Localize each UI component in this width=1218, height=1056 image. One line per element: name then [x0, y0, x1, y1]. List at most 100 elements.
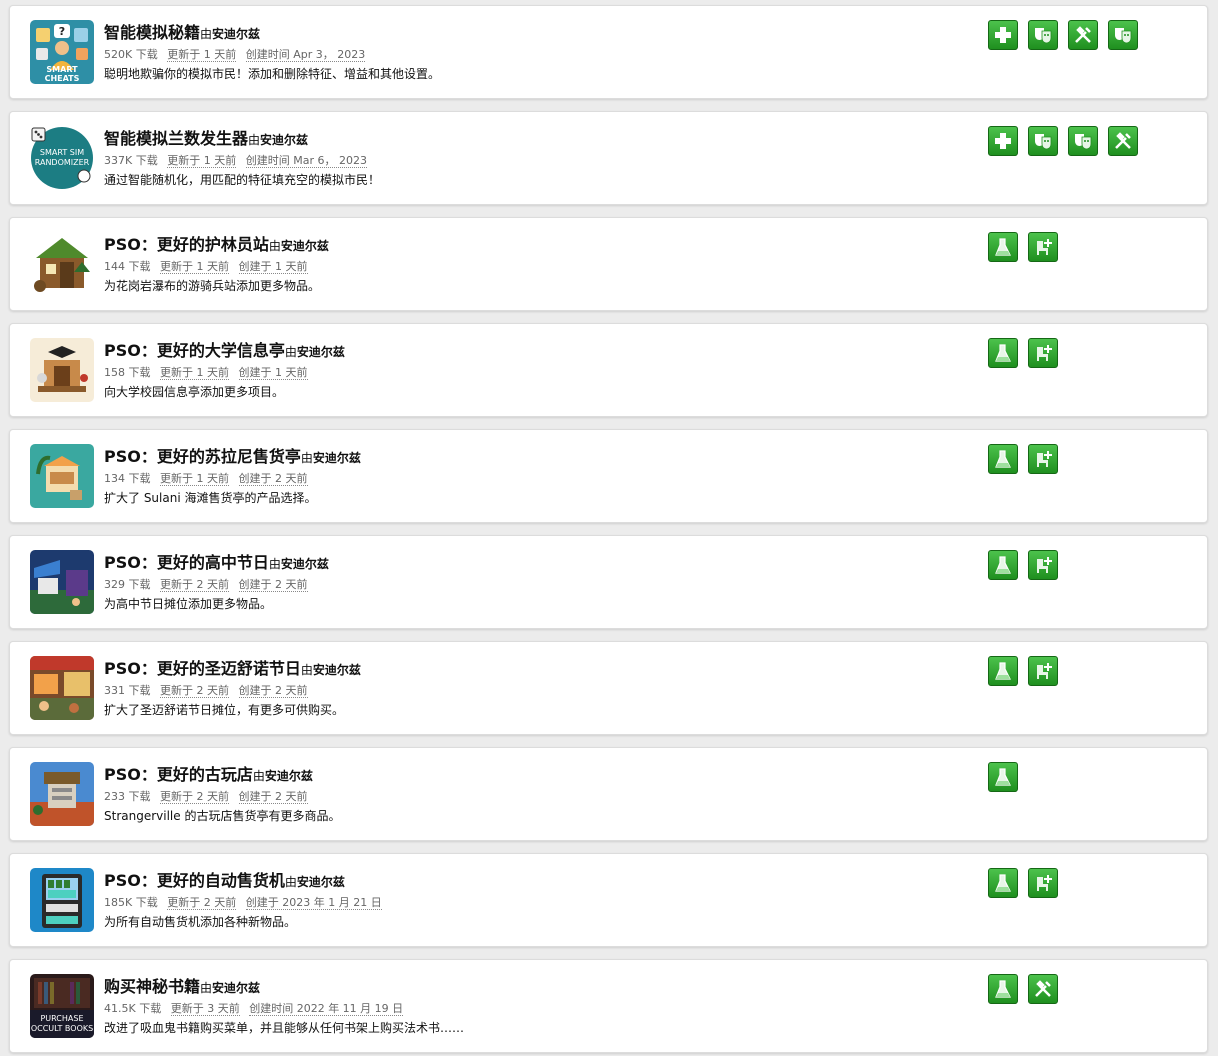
mod-name-link[interactable]: 智能模拟秘籍 [104, 23, 200, 42]
mod-title: PSO：更好的护林员站由安迪尔兹 [104, 231, 329, 255]
thumbnail-caption-line: CHEATS [44, 74, 80, 83]
chair-plus-icon[interactable] [1028, 338, 1058, 368]
created-time: 创建于 2 天前 [238, 578, 308, 592]
mod-name-link[interactable]: 购买神秘书籍 [104, 977, 200, 996]
mod-thumbnail[interactable] [30, 868, 94, 932]
mod-meta: 144 下载 更新于 1 天前 创建于 1 天前 [104, 258, 314, 274]
flask-icon[interactable] [988, 656, 1018, 686]
chair-plus-icon[interactable] [1028, 550, 1058, 580]
mod-card: PURCHASE OCCULT BOOKS 购买神秘书籍由安迪尔兹 41.5K … [9, 959, 1208, 1053]
author-link[interactable]: 安迪尔兹 [281, 557, 329, 571]
download-count: 158 下载 [104, 366, 151, 379]
tools-icon[interactable] [1028, 974, 1058, 1004]
author-link[interactable]: 安迪尔兹 [212, 981, 260, 995]
updated-time: 更新于 1 天前 [160, 260, 229, 274]
tools-icon[interactable] [1068, 20, 1098, 50]
mod-description: 扩大了 Sulani 海滩售货亭的产品选择。 [104, 491, 317, 505]
download-count: 331 下载 [104, 684, 151, 697]
updated-time: 更新于 1 天前 [167, 48, 237, 62]
mod-card: SMART SIM RANDOMIZER 智能模拟兰数发生器由安迪尔兹 337K… [9, 111, 1208, 205]
mod-meta: 331 下载 更新于 2 天前 创建于 2 天前 [104, 682, 314, 698]
author-link[interactable]: 安迪尔兹 [281, 239, 329, 253]
mod-thumbnail[interactable] [30, 232, 94, 296]
flask-icon[interactable] [988, 444, 1018, 474]
mod-meta: 185K 下载 更新于 2 天前 创建于 2023 年 1 月 21 日 [104, 894, 388, 910]
plus-icon[interactable] [988, 20, 1018, 50]
mod-meta: 158 下载 更新于 1 天前 创建于 1 天前 [104, 364, 314, 380]
updated-time: 更新于 2 天前 [160, 578, 229, 592]
download-count: 520K 下载 [104, 48, 158, 61]
mod-thumbnail[interactable] [30, 550, 94, 614]
university-kiosk-thumbnail [30, 338, 94, 402]
svg-text:?: ? [59, 25, 65, 38]
author-link[interactable]: 安迪尔兹 [297, 875, 345, 889]
mod-card: PSO：更好的苏拉尼售货亭由安迪尔兹 134 下载 更新于 1 天前 创建于 2… [9, 429, 1208, 523]
mod-description: 聪明地欺骗你的模拟市民！添加和删除特征、增益和其他设置。 [104, 67, 441, 81]
download-count: 329 下载 [104, 578, 151, 591]
mod-description: 扩大了圣迈舒诺节日摊位，有更多可供购买。 [104, 703, 345, 717]
mod-meta: 41.5K 下载 更新于 3 天前 创建时间 2022 年 11 月 19 日 [104, 1000, 409, 1016]
flask-icon[interactable] [988, 868, 1018, 898]
mod-name-link[interactable]: PSO：更好的护林员站 [104, 235, 269, 254]
mod-thumbnail[interactable]: SMART SIM RANDOMIZER [30, 126, 94, 190]
mod-name-link[interactable]: PSO：更好的大学信息亭 [104, 341, 285, 360]
thumbnail-caption-line: SMART SIM [39, 148, 85, 157]
flask-icon[interactable] [988, 232, 1018, 262]
mod-meta: 337K 下载 更新于 1 天前 创建时间 Mar 6， 2023 [104, 152, 373, 168]
chair-plus-icon[interactable] [1028, 656, 1058, 686]
created-time: 创建于 2 天前 [238, 684, 308, 698]
mod-name-link[interactable]: PSO：更好的自动售货机 [104, 871, 285, 890]
thumbnail-caption-line: RANDOMIZER [34, 158, 90, 167]
updated-time: 更新于 1 天前 [160, 366, 229, 380]
author-link[interactable]: 安迪尔兹 [297, 345, 345, 359]
mod-description: Strangerville 的古玩店售货亭有更多商品。 [104, 809, 341, 823]
author-link[interactable]: 安迪尔兹 [260, 133, 308, 147]
mod-meta: 329 下载 更新于 2 天前 创建于 2 天前 [104, 576, 314, 592]
author-link[interactable]: 安迪尔兹 [265, 769, 313, 783]
mod-card: PSO：更好的圣迈舒诺节日由安迪尔兹 331 下载 更新于 2 天前 创建于 2… [9, 641, 1208, 735]
download-count: 41.5K 下载 [104, 1002, 162, 1015]
drama-masks-icon[interactable] [1108, 20, 1138, 50]
author-link[interactable]: 安迪尔兹 [313, 451, 361, 465]
author-link[interactable]: 安迪尔兹 [212, 27, 260, 41]
mod-title: PSO：更好的大学信息亭由安迪尔兹 [104, 337, 345, 361]
mod-card: PSO：更好的古玩店由安迪尔兹 233 下载 更新于 2 天前 创建于 2 天前… [9, 747, 1208, 841]
chair-plus-icon[interactable] [1028, 232, 1058, 262]
mod-thumbnail[interactable] [30, 338, 94, 402]
mod-name-link[interactable]: PSO：更好的高中节日 [104, 553, 269, 572]
mod-description: 为高中节日摊位添加更多物品。 [104, 597, 273, 611]
mod-thumbnail[interactable] [30, 444, 94, 508]
drama-masks-icon[interactable] [1028, 20, 1058, 50]
flask-icon[interactable] [988, 974, 1018, 1004]
mod-thumbnail[interactable] [30, 762, 94, 826]
mod-name-link[interactable]: PSO：更好的古玩店 [104, 765, 253, 784]
thumbnail-caption: PURCHASE OCCULT BOOKS [30, 1014, 94, 1034]
author-link[interactable]: 安迪尔兹 [313, 663, 361, 677]
chair-plus-icon[interactable] [1028, 868, 1058, 898]
chair-plus-icon[interactable] [1028, 444, 1058, 474]
mod-meta: 233 下载 更新于 2 天前 创建于 2 天前 [104, 788, 314, 804]
flask-icon[interactable] [988, 338, 1018, 368]
plus-icon[interactable] [988, 126, 1018, 156]
drama-masks-icon[interactable] [1068, 126, 1098, 156]
thumbnail-caption-line: OCCULT BOOKS [30, 1024, 94, 1033]
mod-thumbnail[interactable]: PURCHASE OCCULT BOOKS [30, 974, 94, 1038]
tools-icon[interactable] [1108, 126, 1138, 156]
by-label: 由 [284, 875, 297, 889]
flask-icon[interactable] [988, 550, 1018, 580]
created-time: 创建于 1 天前 [238, 260, 308, 274]
by-label: 由 [268, 239, 281, 253]
updated-time: 更新于 1 天前 [167, 154, 237, 168]
mod-thumbnail[interactable] [30, 656, 94, 720]
flask-icon[interactable] [988, 762, 1018, 792]
mod-description: 为所有自动售货机添加各种新物品。 [104, 915, 297, 929]
mod-name-link[interactable]: 智能模拟兰数发生器 [104, 129, 248, 148]
festival-stall-thumbnail [30, 656, 94, 720]
by-label: 由 [300, 663, 313, 677]
mod-thumbnail[interactable]: ? SMART CHEATS [30, 20, 94, 84]
download-count: 233 下载 [104, 790, 151, 803]
mod-name-link[interactable]: PSO：更好的苏拉尼售货亭 [104, 447, 301, 466]
drama-masks-icon[interactable] [1028, 126, 1058, 156]
by-label: 由 [268, 557, 281, 571]
mod-name-link[interactable]: PSO：更好的圣迈舒诺节日 [104, 659, 301, 678]
